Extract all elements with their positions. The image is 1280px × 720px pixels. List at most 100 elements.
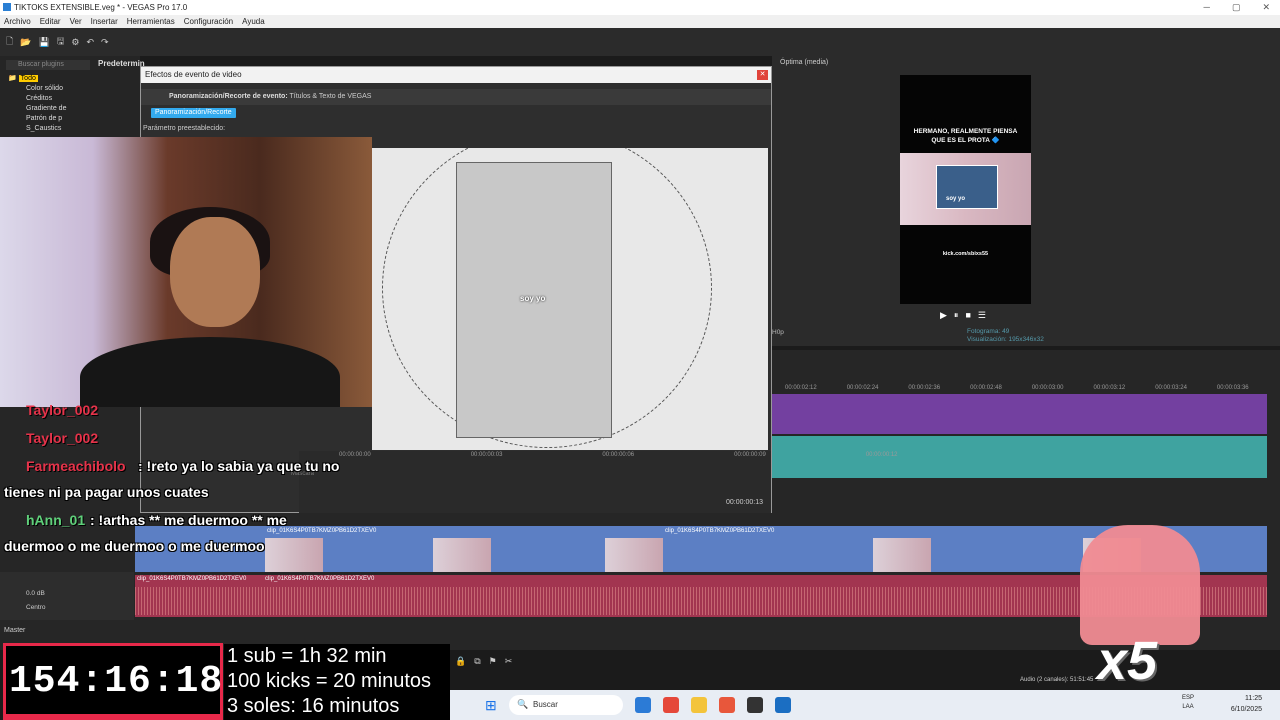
taskbar: ⊞ Buscar 🔍 ESP LAA 11:25 6/10/2025 [450, 690, 1280, 720]
menu-herramientas[interactable]: Herramientas [127, 15, 175, 28]
pan-crop-chip[interactable]: Panoramización/Recorte [151, 108, 236, 118]
window-controls: ─ ▢ ✕ [1204, 0, 1270, 15]
maximize-button[interactable]: ▢ [1232, 0, 1241, 15]
dialog-ruler-tick: 00:00:00:06 [602, 452, 635, 458]
dialog-ruler-tick: 00:00:00:03 [470, 452, 503, 458]
snap-icon[interactable]: ⧉ [474, 656, 480, 667]
menu-archivo[interactable]: Archivo [4, 15, 31, 28]
tree-item[interactable]: Patrón de p [8, 114, 66, 124]
clock-date: 6/10/2025 [1230, 706, 1262, 713]
menu-editar[interactable]: Editar [40, 15, 61, 28]
frame-value: 49 [1002, 328, 1010, 335]
chat-username: Taylor_002 [26, 402, 99, 418]
brave-icon[interactable] [719, 697, 735, 713]
subathon-timer: 154:16:18 [3, 643, 223, 720]
steam-icon[interactable] [747, 697, 763, 713]
subathon-rules: 1 sub = 1h 32 min 100 kicks = 20 minutos… [224, 644, 450, 720]
video-thumbnail [433, 538, 491, 572]
video-clip-name: clip_01K6S4P0TB7KMZ0PB61D2TXEV0 [665, 528, 775, 534]
plugin-tree: 📁 Todo Color sólido Créditos Gradiente d… [8, 74, 66, 134]
chat-username: hAnn_01 [26, 512, 86, 528]
preview-image: soy yo [900, 153, 1031, 225]
tree-item[interactable]: S_Caustics [8, 124, 66, 134]
rule-line: 3 soles: 16 minutos [227, 695, 400, 717]
video-preview-panel: Óptima (media) HERMANO, REALMENTE PIENSA… [772, 56, 1280, 358]
preview-link-text: kick.com/sbixs55 [942, 251, 989, 257]
ruler-tick: 00:00:02:48 [970, 385, 1002, 391]
dialog-time: 00:00:00:13 [726, 499, 763, 506]
menu-ver[interactable]: Ver [70, 15, 82, 28]
preset-label: Parámetro preestablecido: [143, 125, 226, 132]
file-explorer-icon[interactable] [691, 697, 707, 713]
chat-message: : !arthas ** me duermoo ** me [90, 512, 287, 528]
lock-icon[interactable]: 🔒 [455, 656, 466, 667]
plugin-search-input[interactable]: Buscar plugins [6, 60, 90, 70]
pause-icon[interactable]: ⏸ [954, 310, 959, 321]
undo-icon[interactable]: ↶ [86, 37, 94, 48]
minimize-button[interactable]: ─ [1204, 0, 1210, 15]
save-as-icon[interactable]: 🖫 [57, 34, 65, 50]
stop-icon[interactable]: ■ [965, 310, 970, 321]
preset-tab[interactable]: Predetermin [98, 59, 145, 68]
preview-quality[interactable]: Óptima (media) [780, 59, 828, 66]
preview-frame: HERMANO, REALMENTE PIENSA QUE ES EL PROT… [900, 75, 1031, 304]
vegas-app-icon [3, 3, 11, 11]
display-value: 195x346x32 [1008, 336, 1044, 343]
display-label: Visualización: [967, 336, 1007, 343]
menu-ayuda[interactable]: Ayuda [242, 15, 265, 28]
close-window-button[interactable]: ✕ [1262, 0, 1270, 15]
vegas-taskbar-icon[interactable] [775, 697, 791, 713]
play-icon[interactable]: ▶ [940, 310, 947, 321]
edit-tool-icon[interactable]: ✂ [505, 656, 513, 667]
tree-item[interactable]: Créditos [8, 94, 66, 104]
ruler-tick: 00:00:03:12 [1093, 385, 1126, 391]
master-bus-row: Master [0, 625, 450, 637]
lang-line: LAA [1182, 704, 1194, 710]
volume-label[interactable]: 0.0 dB [26, 590, 45, 597]
search-icon: 🔍 [517, 699, 529, 709]
tree-item[interactable]: Color sólido [8, 84, 66, 94]
video-thumbnail [873, 538, 931, 572]
window-title: TIKTOKS EXTENSIBLE.veg * - VEGAS Pro 17.… [14, 3, 188, 12]
tree-item[interactable]: Gradiente de [8, 104, 66, 114]
chrome-icon[interactable] [663, 697, 679, 713]
audio-clip-name: clip_01K6S4P0TB7KMZ0PB61D2TXEV0 [265, 576, 375, 582]
timeline-toolbar: 🔒 ⧉ ⚑ ✂ [455, 656, 512, 667]
windows-start-icon[interactable]: ⊞ [485, 697, 497, 714]
menu-icon[interactable]: ☰ [978, 310, 986, 321]
redo-icon[interactable]: ↷ [101, 37, 109, 48]
dialog-ruler-tick: 00:00:00:12 [865, 452, 898, 458]
settings-gear-icon[interactable]: ⚙ [71, 37, 79, 48]
sticker-image [1080, 525, 1200, 645]
new-file-icon[interactable]: 🗋 [6, 34, 13, 50]
frame-label: Fotograma: [967, 328, 1001, 335]
chat-username: Taylor_002 [26, 430, 99, 446]
menu-insertar[interactable]: Insertar [91, 15, 118, 28]
input-language[interactable]: ESP LAA [1182, 694, 1194, 712]
audio-track-header: 0.0 dB Centro [0, 572, 134, 620]
widget-icon[interactable] [635, 697, 651, 713]
title-track[interactable] [772, 394, 1267, 434]
preview-caption-text: HERMANO, REALMENTE PIENSA QUE ES EL PROT… [913, 128, 1018, 144]
marker-icon[interactable]: ⚑ [489, 656, 497, 667]
dialog-close-button[interactable]: ✕ [757, 70, 768, 80]
chat-message: : !reto ya lo sabia ya que tu no [138, 458, 340, 474]
text-track[interactable] [772, 436, 1267, 478]
open-folder-icon[interactable]: 📂 [20, 37, 31, 48]
menu-configuracion[interactable]: Configuración [184, 15, 233, 28]
audio-clip-name: clip_01K6S4P0TB7KMZ0PB61D2TXEV0 [137, 576, 247, 582]
taskbar-apps [635, 697, 791, 713]
timeline-ruler: 00:00:02:12 00:00:02:24 00:00:02:36 00:0… [785, 385, 1270, 393]
tree-item-todo[interactable]: 📁 Todo [8, 74, 66, 84]
chat-message: tienes ni pa pagar unos cuates [4, 484, 209, 500]
taskbar-clock[interactable]: 11:25 6/10/2025 [1231, 693, 1262, 715]
pan-label[interactable]: Centro [26, 604, 46, 611]
main-toolbar: 🗋 📂 💾 🖫 ⚙ ↶ ↷ [0, 28, 1280, 56]
save-icon[interactable]: 💾 [38, 37, 49, 48]
rule-line: 1 sub = 1h 32 min [227, 645, 387, 667]
ruler-tick: 00:00:03:24 [1155, 385, 1187, 391]
dialog-ruler-tick: 00:00:00:09 [734, 452, 766, 458]
clock-time: 11:25 [1245, 695, 1262, 702]
fx-chain-bar: Panoramización/Recorte de evento: Título… [141, 89, 771, 105]
video-thumbnail [605, 538, 663, 572]
